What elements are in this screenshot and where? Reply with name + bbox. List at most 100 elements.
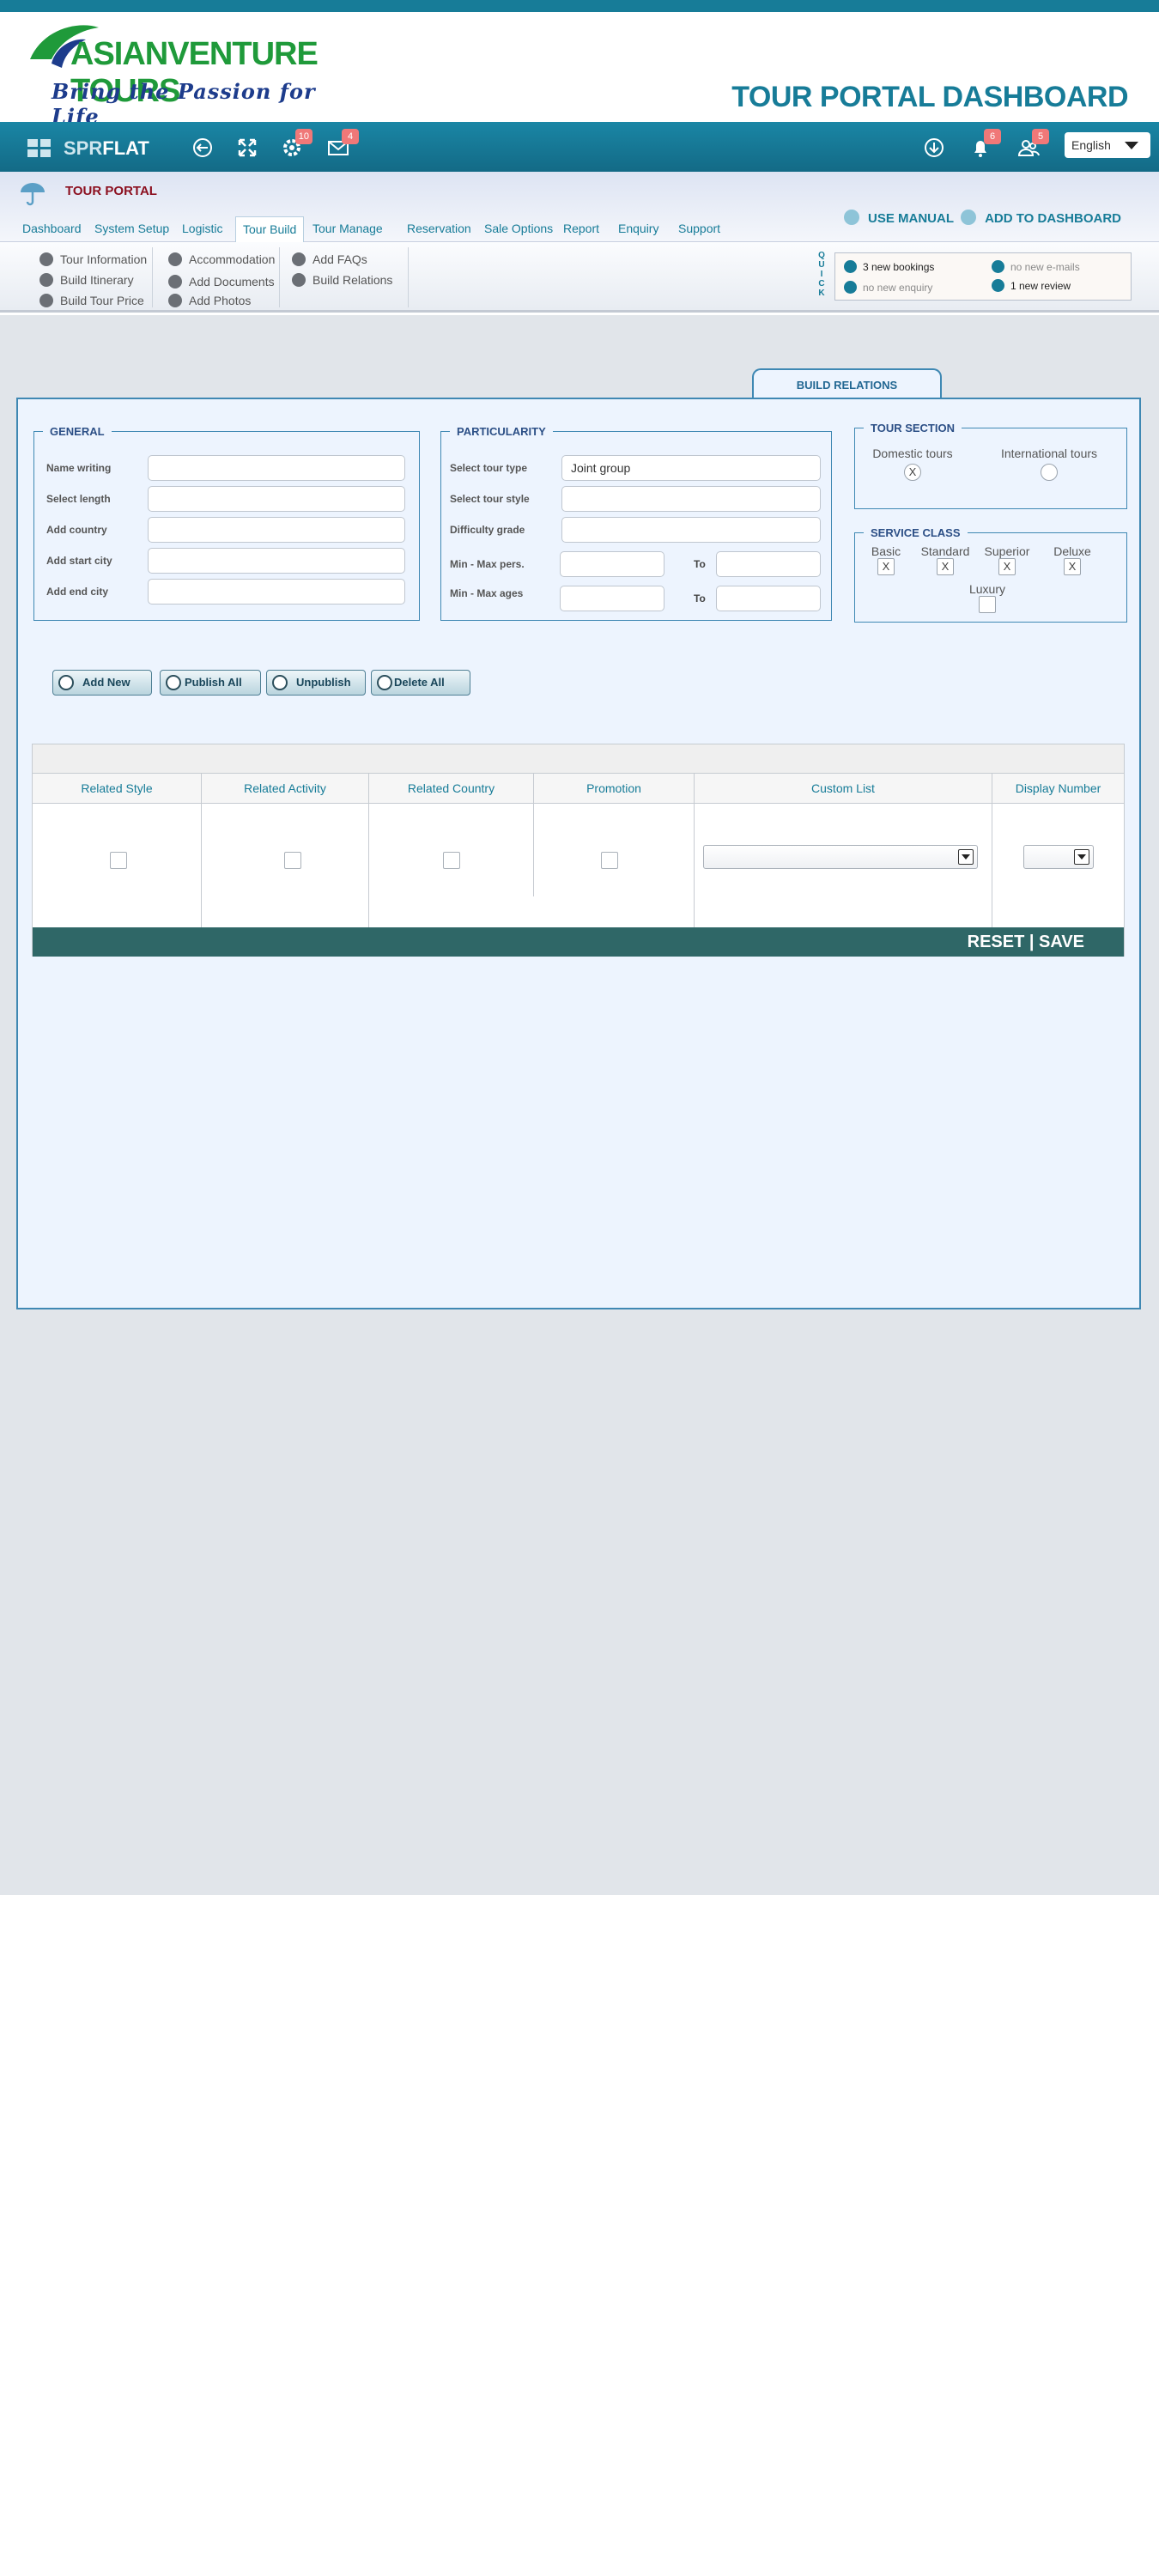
download-icon[interactable] — [922, 136, 946, 160]
brand-logo[interactable]: ASIANVENTURE TOURS Bring the Passion for… — [26, 21, 352, 129]
max-pers-input[interactable] — [716, 551, 821, 577]
delete-all-button[interactable]: Delete All — [371, 670, 470, 696]
submenu-add-documents[interactable]: Add Documents — [163, 273, 275, 292]
submenu-accommodation[interactable]: Accommodation — [163, 251, 275, 270]
menu-dashboard[interactable]: Dashboard — [15, 216, 88, 242]
related-activity-checkbox[interactable] — [284, 852, 301, 869]
publish-all-button[interactable]: Publish All — [160, 670, 261, 696]
relations-table: Related Style Related Activity Related C… — [32, 744, 1125, 957]
min-max-pers-row: Min - Max pers. To — [450, 551, 828, 579]
radio-circle-icon — [166, 675, 181, 690]
cell-related-country — [369, 804, 534, 896]
col-related-activity[interactable]: Related Activity — [202, 774, 369, 804]
deluxe-option: Deluxe X — [1049, 544, 1095, 575]
settings-gear-icon[interactable]: 10 — [280, 129, 313, 160]
related-country-checkbox[interactable] — [443, 852, 460, 869]
submenu-build-relations[interactable]: Build Relations — [287, 271, 392, 290]
difficulty-select[interactable] — [561, 517, 821, 543]
menu-report[interactable]: Report — [556, 216, 606, 242]
add-new-button[interactable]: Add New — [52, 670, 152, 696]
menu-sale-options[interactable]: Sale Options — [477, 216, 560, 242]
menu-tour-build[interactable]: Tour Build — [235, 216, 305, 242]
tour-section-fieldset: TOUR SECTION Domestic tours X Internatio… — [854, 422, 1127, 509]
quick-bookings[interactable]: 3 new bookings — [844, 260, 934, 274]
back-circle-icon[interactable] — [191, 136, 215, 160]
submenu-build-tour-price[interactable]: Build Tour Price — [34, 292, 144, 311]
col-custom-list[interactable]: Custom List — [695, 774, 992, 804]
tour-type-label: Select tour type — [450, 462, 528, 474]
use-manual-link[interactable]: USE MANUAL — [868, 211, 954, 226]
general-fieldset: GENERAL Name writing Select length Add c… — [33, 425, 420, 621]
submenu-build-itinerary[interactable]: Build Itinerary — [34, 271, 134, 290]
to-label: To — [694, 558, 706, 570]
tour-type-select[interactable]: Joint group — [561, 455, 821, 481]
add-start-city-row: Add start city — [46, 548, 407, 575]
quick-emails[interactable]: no new e-mails — [992, 260, 1080, 274]
chevron-down-icon — [1074, 849, 1089, 865]
general-legend: GENERAL — [50, 425, 105, 438]
submenu-add-faqs[interactable]: Add FAQs — [287, 251, 367, 270]
difficulty-label: Difficulty grade — [450, 524, 525, 536]
custom-list-select[interactable] — [703, 845, 978, 869]
users-icon[interactable]: 5 — [1016, 129, 1049, 160]
add-country-input[interactable] — [148, 517, 405, 543]
luxury-checkbox[interactable] — [979, 596, 996, 613]
international-tours-label: International tours — [1000, 447, 1098, 460]
luxury-option: Luxury — [960, 582, 1015, 616]
add-start-city-label: Add start city — [46, 555, 112, 567]
international-tours-radio[interactable] — [1041, 464, 1058, 481]
reset-save-button[interactable]: RESET | SAVE — [968, 933, 1084, 952]
domestic-tours-radio[interactable]: X — [904, 464, 921, 481]
menu-system-setup[interactable]: System Setup — [88, 216, 176, 242]
windows-grid-icon[interactable] — [27, 139, 52, 158]
radio-circle-icon — [377, 675, 392, 690]
min-age-input[interactable] — [560, 586, 664, 611]
quick-review[interactable]: 1 new review — [992, 279, 1071, 293]
add-start-city-input[interactable] — [148, 548, 405, 574]
max-age-input[interactable] — [716, 586, 821, 611]
basic-checkbox[interactable]: X — [877, 558, 895, 575]
standard-option: Standard X — [919, 544, 972, 575]
select-length-row: Select length — [46, 486, 407, 513]
add-end-city-input[interactable] — [148, 579, 405, 605]
domestic-tours-option: Domestic tours X — [865, 447, 960, 481]
standard-label: Standard — [920, 544, 970, 558]
col-related-country[interactable]: Related Country — [369, 774, 534, 804]
standard-checkbox[interactable]: X — [937, 558, 954, 575]
display-number-select[interactable] — [1023, 845, 1094, 869]
submenu-add-photos[interactable]: Add Photos — [163, 292, 251, 311]
min-pers-input[interactable] — [560, 551, 664, 577]
col-related-style[interactable]: Related Style — [33, 774, 202, 804]
notifications-bell-icon[interactable]: 6 — [968, 129, 1001, 160]
language-select[interactable]: English — [1065, 132, 1150, 158]
deluxe-checkbox[interactable]: X — [1064, 558, 1081, 575]
menu-logistic[interactable]: Logistic — [175, 216, 229, 242]
related-style-checkbox[interactable] — [110, 852, 127, 869]
select-length-input[interactable] — [148, 486, 405, 512]
top-navbar: SPRFLAT 10 4 6 5 English — [0, 122, 1159, 172]
search-icon — [292, 273, 306, 287]
deluxe-label: Deluxe — [1053, 544, 1091, 558]
quick-enquiry[interactable]: no new enquiry — [844, 281, 932, 295]
add-end-city-label: Add end city — [46, 586, 109, 598]
promotion-checkbox[interactable] — [601, 852, 618, 869]
users-badge: 5 — [1032, 129, 1049, 144]
menu-tour-manage[interactable]: Tour Manage — [306, 216, 390, 242]
tour-style-select[interactable] — [561, 486, 821, 512]
col-display-number[interactable]: Display Number — [992, 774, 1124, 804]
name-writing-input[interactable] — [148, 455, 405, 481]
chevron-down-icon — [1125, 142, 1138, 149]
mail-icon[interactable]: 4 — [326, 129, 359, 160]
col-promotion[interactable]: Promotion — [534, 774, 695, 804]
menu-reservation[interactable]: Reservation — [400, 216, 478, 242]
fullscreen-icon[interactable] — [235, 136, 259, 160]
tab-build-relations[interactable]: BUILD RELATIONS — [752, 368, 942, 399]
cell-promotion — [534, 804, 695, 927]
menu-enquiry[interactable]: Enquiry — [611, 216, 665, 242]
submenu-tour-information[interactable]: Tour Information — [34, 251, 147, 270]
add-to-dashboard-link[interactable]: ADD TO DASHBOARD — [985, 211, 1121, 226]
menu-support[interactable]: Support — [671, 216, 727, 242]
to-label: To — [694, 592, 706, 605]
superior-checkbox[interactable]: X — [998, 558, 1016, 575]
unpublish-button[interactable]: Unpublish — [266, 670, 366, 696]
